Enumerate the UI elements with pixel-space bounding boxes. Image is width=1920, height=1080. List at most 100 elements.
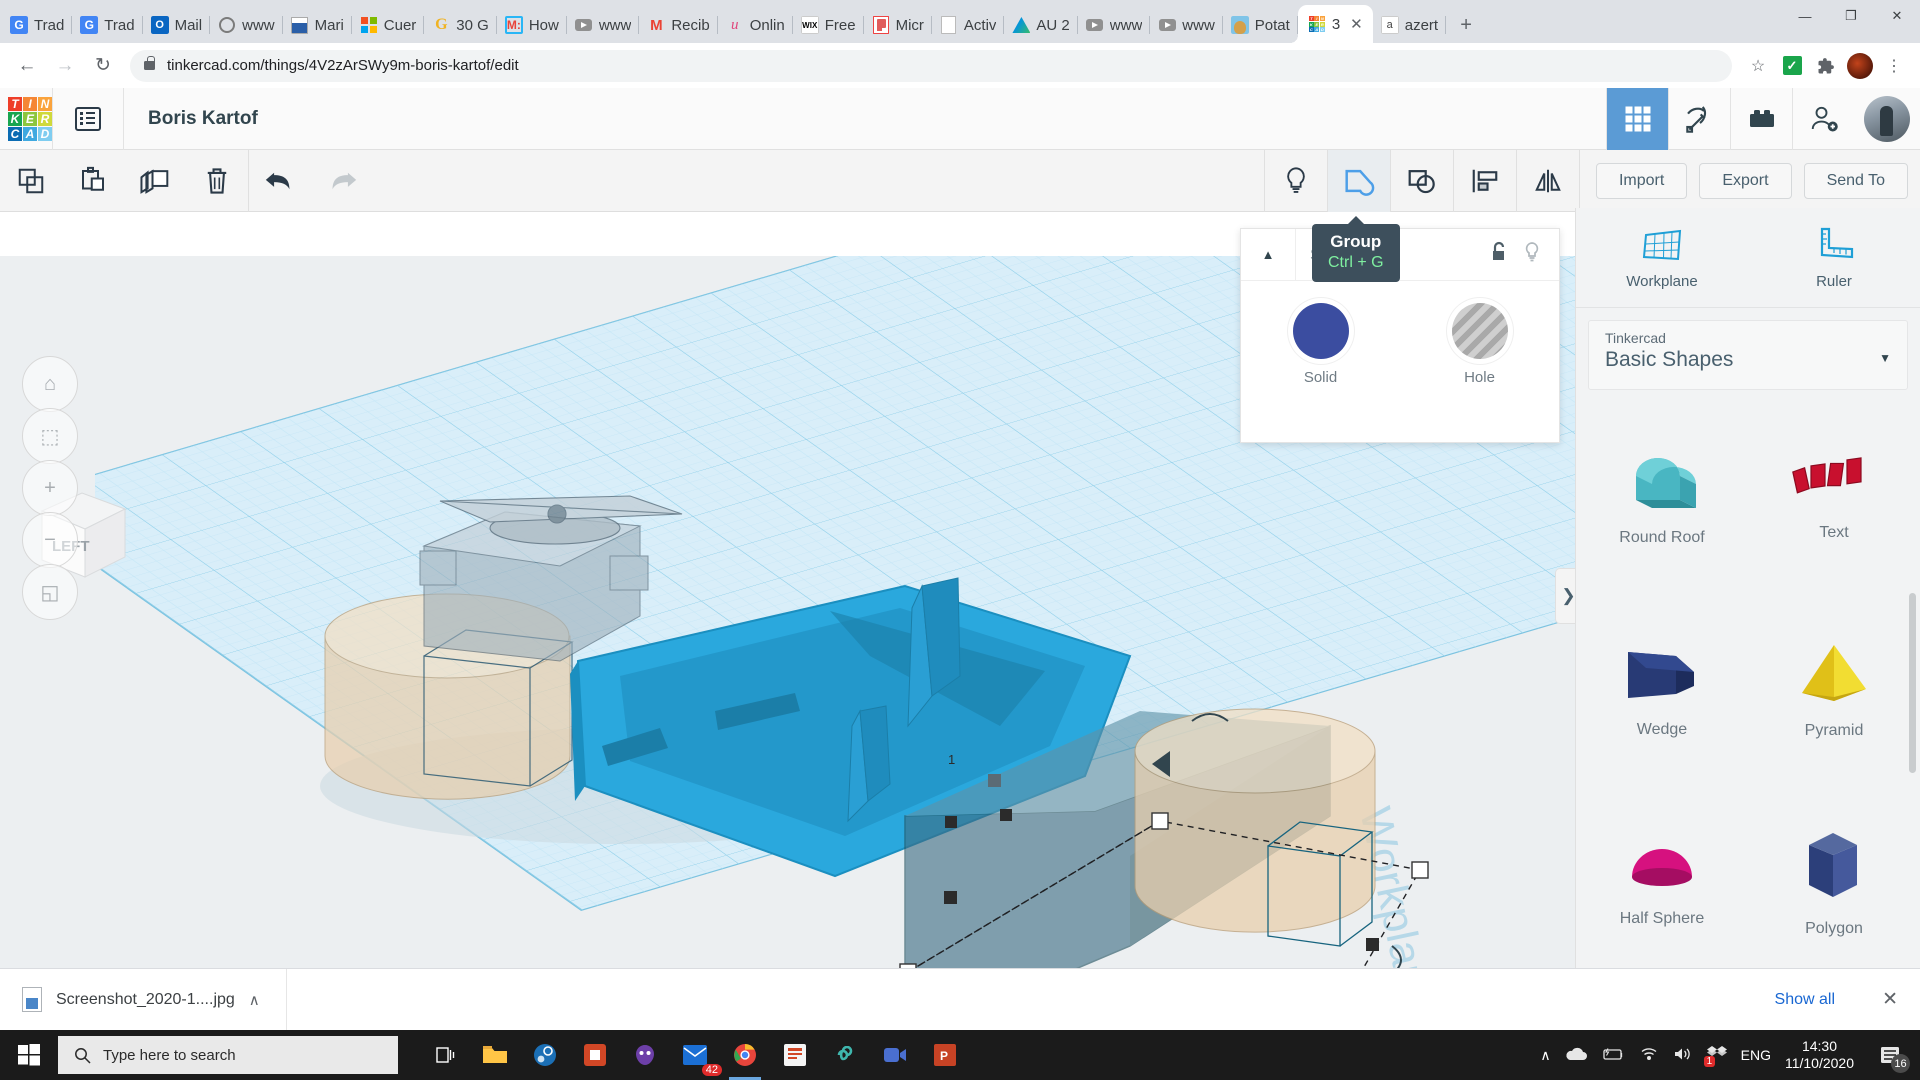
sidebar-scrollbar[interactable]	[1909, 593, 1916, 773]
wifi-icon[interactable]	[1639, 1046, 1659, 1064]
action-center-button[interactable]: 16	[1868, 1030, 1912, 1080]
language-indicator[interactable]: ENG	[1741, 1047, 1771, 1063]
close-window-button[interactable]: ✕	[1874, 0, 1920, 32]
dropbox-icon[interactable]: 1	[1707, 1045, 1727, 1066]
tab[interactable]: GTrad	[72, 7, 142, 43]
projection-toggle-button[interactable]: ◱	[22, 564, 78, 620]
tab[interactable]: Activ	[932, 7, 1005, 43]
add-person-button[interactable]	[1792, 88, 1854, 150]
ungroup-button[interactable]	[1391, 150, 1453, 212]
unlock-icon[interactable]	[1491, 241, 1509, 268]
chrome-icon[interactable]	[720, 1030, 770, 1080]
home-view-button[interactable]: ⌂	[22, 356, 78, 412]
tab[interactable]: www	[1150, 7, 1223, 43]
tab[interactable]: Mari	[283, 7, 352, 43]
search-input[interactable]: Type here to search	[58, 1036, 398, 1074]
tab[interactable]: Micr	[864, 7, 932, 43]
tab[interactable]: www	[210, 7, 283, 43]
tab[interactable]: G30 G	[424, 7, 497, 43]
mirror-button[interactable]	[1517, 150, 1579, 212]
tab[interactable]: www	[567, 7, 640, 43]
tab[interactable]: GTrad	[2, 7, 72, 43]
lego-brick-button[interactable]	[1730, 88, 1792, 150]
steam-icon[interactable]	[520, 1030, 570, 1080]
task-view-icon[interactable]	[420, 1030, 470, 1080]
new-tab-button[interactable]: +	[1452, 11, 1480, 39]
group-button[interactable]	[1328, 150, 1390, 212]
redo-button[interactable]	[311, 150, 373, 212]
duplicate-button[interactable]	[124, 150, 186, 212]
tab[interactable]: WIXFree	[793, 7, 864, 43]
paste-button[interactable]	[62, 150, 124, 212]
project-list-icon[interactable]	[75, 107, 101, 131]
tab[interactable]: OMail	[143, 7, 211, 43]
camera-icon[interactable]	[870, 1030, 920, 1080]
extension-check-icon[interactable]: ✓	[1776, 50, 1808, 82]
profile-avatar[interactable]	[1844, 50, 1876, 82]
tab[interactable]: MRecib	[639, 7, 717, 43]
clock[interactable]: 14:30 11/10/2020	[1785, 1038, 1854, 1073]
tab[interactable]: AU 2	[1004, 7, 1077, 43]
shape-item[interactable]: Half Sphere	[1576, 786, 1748, 978]
tab[interactable]: www	[1078, 7, 1151, 43]
tray-expand-icon[interactable]: ∧	[1540, 1047, 1550, 1064]
grid-view-button[interactable]	[1606, 88, 1668, 150]
chevron-down-icon[interactable]: ▼	[1879, 351, 1891, 365]
export-button[interactable]: Export	[1699, 163, 1791, 199]
shape-item[interactable]: Round Roof	[1576, 402, 1748, 594]
hole-swatch[interactable]	[1452, 303, 1508, 359]
hole-option[interactable]: Hole	[1400, 303, 1559, 386]
start-button[interactable]	[0, 1030, 58, 1080]
volume-icon[interactable]	[1673, 1046, 1693, 1065]
zoom-out-button[interactable]: −	[22, 512, 78, 568]
copy-button[interactable]	[0, 150, 62, 212]
tinkercad-logo[interactable]: TINKERCAD	[8, 97, 52, 141]
chrome-menu-button[interactable]: ⋮	[1878, 50, 1910, 82]
reload-button[interactable]: ↻	[86, 49, 120, 83]
light-button[interactable]	[1265, 150, 1327, 212]
alienware-icon[interactable]	[620, 1030, 670, 1080]
close-tab-button[interactable]: ✕	[1350, 17, 1363, 32]
shape-item[interactable]: Polygon	[1748, 786, 1920, 978]
fit-view-button[interactable]: ⬚	[22, 408, 78, 464]
shape-item[interactable]: Wedge	[1576, 594, 1748, 786]
chevron-up-icon[interactable]: ∧	[249, 991, 260, 1009]
minecraft-pickaxe-button[interactable]	[1668, 88, 1730, 150]
file-explorer-icon[interactable]	[470, 1030, 520, 1080]
address-bar[interactable]: tinkercad.com/things/4V2zArSWy9m-boris-k…	[130, 50, 1732, 82]
tab[interactable]: Cuer	[352, 7, 425, 43]
collapse-icon[interactable]: ▲	[1241, 229, 1296, 281]
library-select[interactable]: Tinkercad Basic Shapes ▼	[1588, 320, 1908, 390]
import-button[interactable]: Import	[1596, 163, 1687, 199]
download-item[interactable]: Screenshot_2020-1....jpg ∧	[0, 969, 287, 1031]
tab[interactable]: Potat	[1223, 7, 1298, 43]
onedrive-icon[interactable]	[1565, 1047, 1587, 1064]
workplane-tool[interactable]: Workplane	[1576, 208, 1748, 307]
send-to-button[interactable]: Send To	[1804, 163, 1908, 199]
tab[interactable]: aazert	[1373, 7, 1446, 43]
forward-button[interactable]: →	[48, 49, 82, 83]
tab-active[interactable]: TINKERCAD3✕	[1298, 5, 1373, 43]
store-icon[interactable]	[570, 1030, 620, 1080]
back-button[interactable]: ←	[10, 49, 44, 83]
ruler-tool[interactable]: Ruler	[1748, 208, 1920, 307]
solid-swatch[interactable]	[1293, 303, 1349, 359]
undo-button[interactable]	[249, 150, 311, 212]
zoom-in-button[interactable]: +	[22, 460, 78, 516]
show-all-downloads-link[interactable]: Show all	[1775, 991, 1835, 1009]
avatar[interactable]	[1864, 96, 1910, 142]
tab[interactable]: M:How	[497, 7, 567, 43]
tab[interactable]: uOnlin	[718, 7, 793, 43]
battery-icon[interactable]	[1601, 1047, 1625, 1064]
shape-item[interactable]: Text	[1748, 402, 1920, 594]
maximize-button[interactable]: ❐	[1828, 0, 1874, 32]
align-button[interactable]	[1454, 150, 1516, 212]
shape-item[interactable]: Pyramid	[1748, 594, 1920, 786]
mail-icon[interactable]: 42	[670, 1030, 720, 1080]
lightbulb-icon[interactable]	[1523, 241, 1541, 268]
puzzle-icon[interactable]	[1810, 50, 1842, 82]
delete-button[interactable]	[186, 150, 248, 212]
bookmark-star-icon[interactable]: ☆	[1742, 50, 1774, 82]
minimize-button[interactable]: —	[1782, 0, 1828, 32]
solid-option[interactable]: Solid	[1241, 303, 1400, 386]
